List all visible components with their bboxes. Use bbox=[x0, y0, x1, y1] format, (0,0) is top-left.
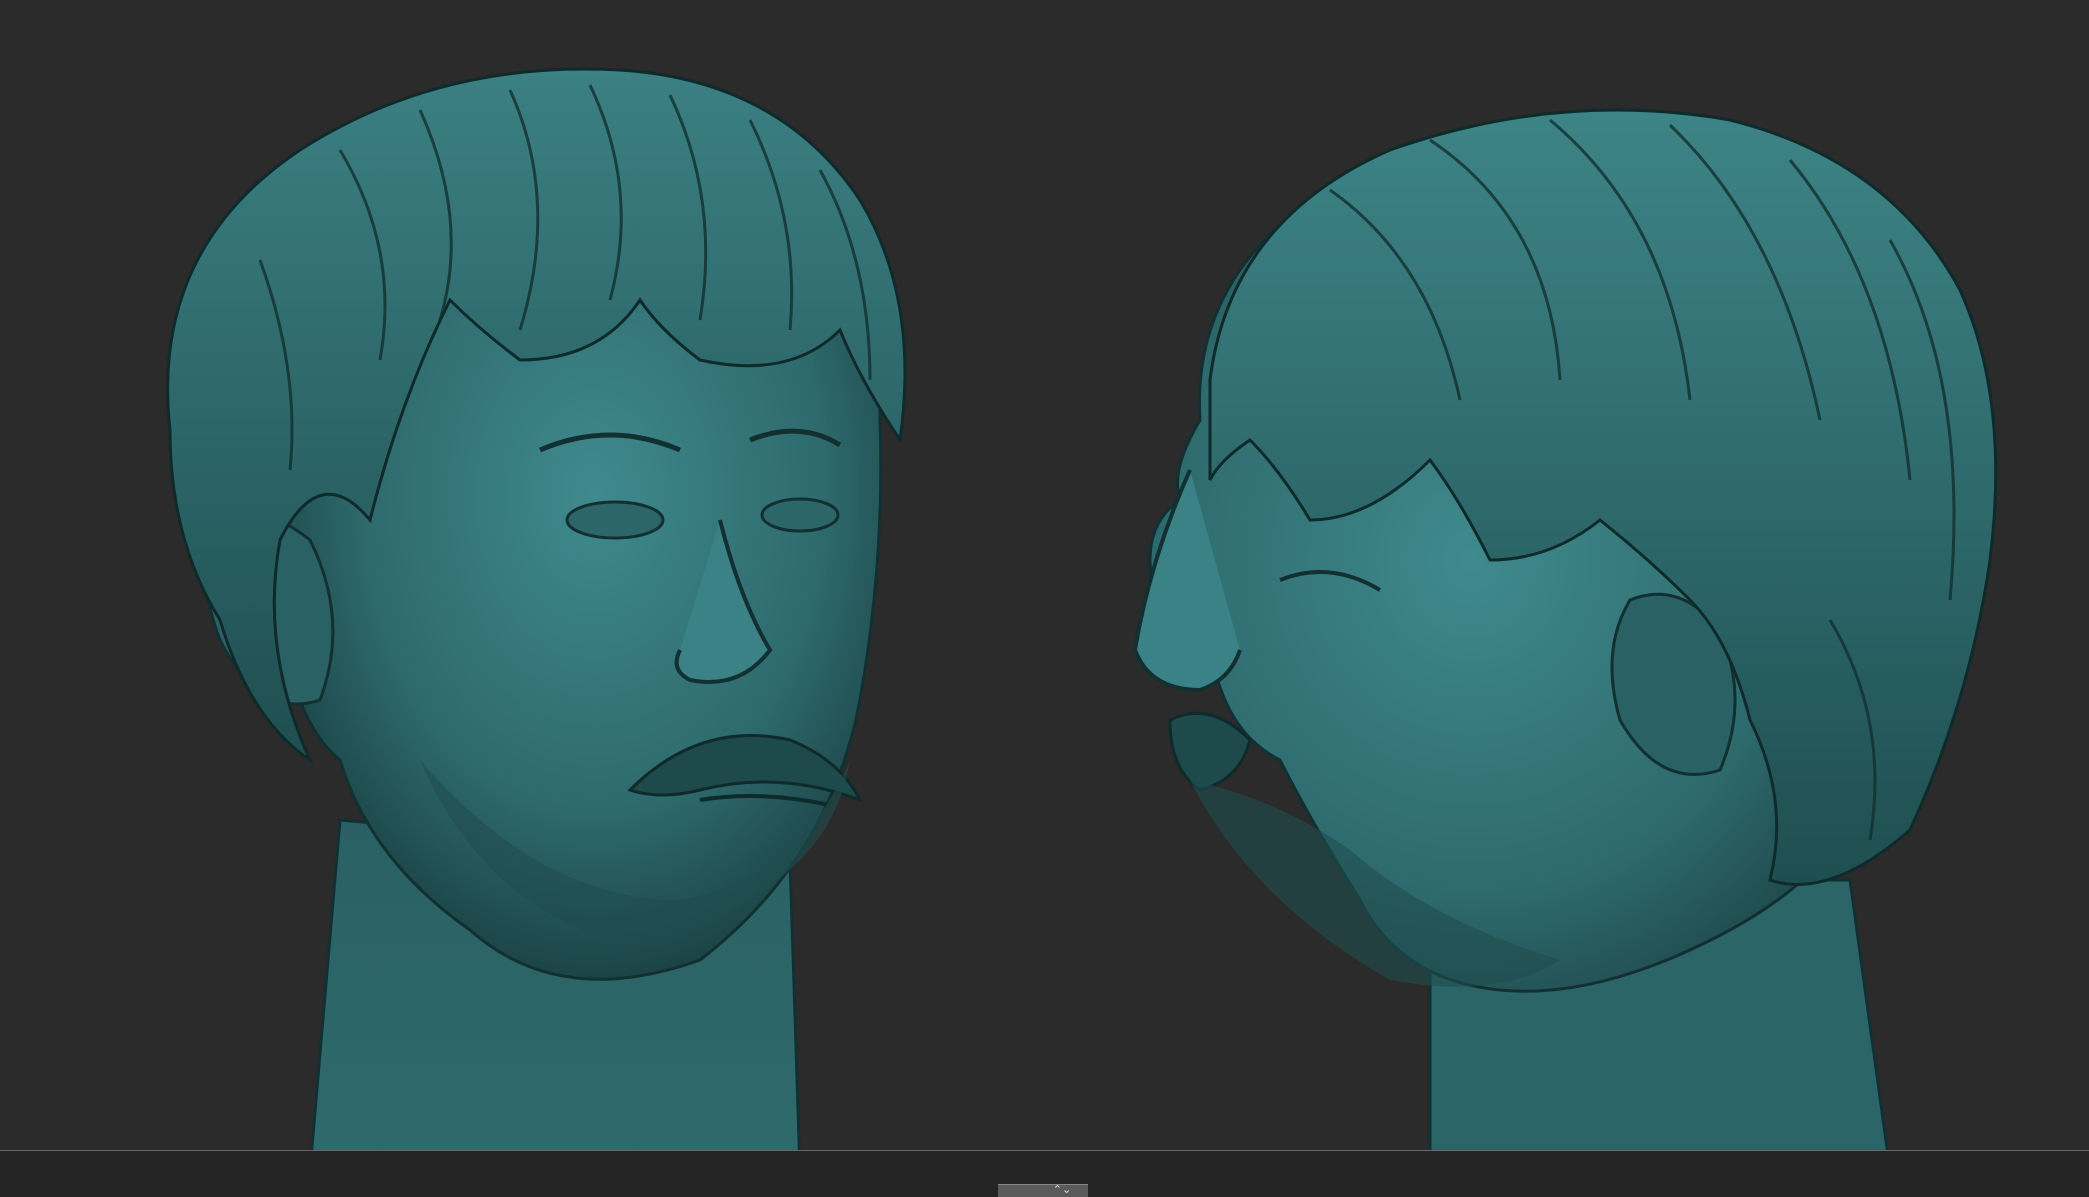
3d-viewport[interactable] bbox=[0, 0, 2089, 1150]
head-sculpt-front[interactable] bbox=[140, 0, 960, 1150]
double-chevron-icon[interactable]: ⌃⌄ bbox=[1052, 1184, 1072, 1196]
timeline-handle[interactable] bbox=[998, 1184, 1088, 1197]
head-sculpt-profile[interactable] bbox=[1130, 0, 2030, 1150]
